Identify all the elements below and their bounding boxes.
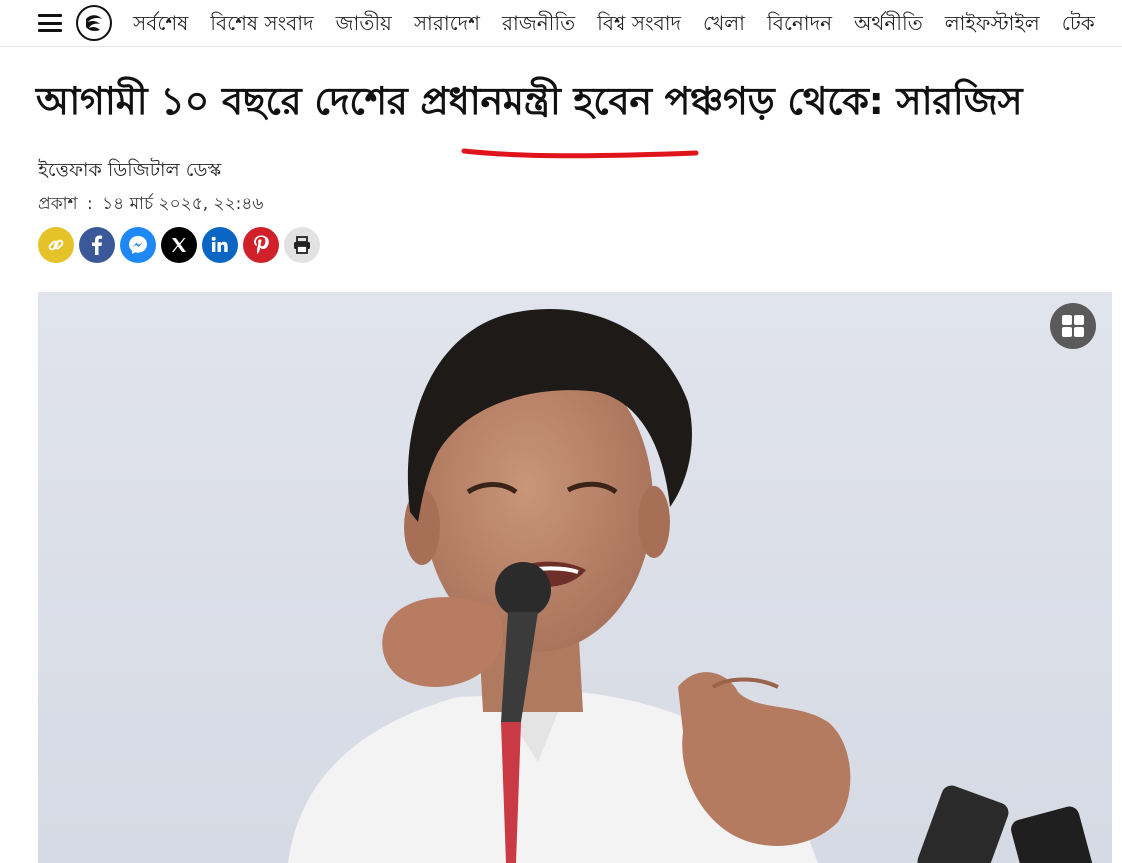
copy-link-icon bbox=[48, 239, 64, 251]
nav-item-politics[interactable]: রাজনীতি bbox=[491, 0, 586, 46]
nav-item-entertainment[interactable]: বিনোদন bbox=[756, 0, 843, 46]
x-icon bbox=[172, 238, 186, 252]
published-label: প্রকাশ bbox=[38, 194, 78, 214]
article-author: ইত্তেফাক ডিজিটাল ডেস্ক bbox=[38, 159, 222, 181]
nav-item-latest[interactable]: সর্বশেষ bbox=[122, 0, 199, 46]
pinterest-icon bbox=[254, 235, 269, 255]
nav-menu: সর্বশেষ বিশেষ সংবাদ জাতীয় সারাদেশ রাজনী… bbox=[122, 0, 1106, 46]
x-share-button[interactable] bbox=[161, 227, 197, 263]
nav-item-country[interactable]: সারাদেশ bbox=[403, 0, 491, 46]
facebook-icon bbox=[92, 235, 103, 255]
linkedin-icon bbox=[211, 236, 228, 252]
published-timestamp: ১৪ মার্চ ২০২৫, ২২:৪৬ bbox=[102, 194, 264, 214]
linkedin-share-button[interactable] bbox=[202, 227, 238, 263]
facebook-share-button[interactable] bbox=[79, 227, 115, 263]
site-logo-icon[interactable] bbox=[76, 5, 112, 41]
messenger-icon bbox=[129, 236, 147, 254]
messenger-share-button[interactable] bbox=[120, 227, 156, 263]
top-navigation: সর্বশেষ বিশেষ সংবাদ জাতীয় সারাদেশ রাজনী… bbox=[0, 0, 1122, 47]
nav-item-lifestyle[interactable]: লাইফস্টাইল bbox=[934, 0, 1051, 46]
copy-link-button[interactable] bbox=[38, 227, 74, 263]
print-button[interactable] bbox=[284, 227, 320, 263]
pinterest-share-button[interactable] bbox=[243, 227, 279, 263]
grid-icon bbox=[1062, 315, 1084, 337]
published-separator: : bbox=[86, 194, 93, 214]
published-date: প্রকাশ : ১৪ মার্চ ২০২৫, ২২:৪৬ bbox=[38, 191, 263, 219]
annotation-underline bbox=[461, 148, 699, 159]
article-hero-image[interactable] bbox=[38, 292, 1112, 863]
hero-photo bbox=[38, 292, 1112, 863]
gallery-grid-button[interactable] bbox=[1050, 303, 1096, 349]
nav-item-tech[interactable]: টেক bbox=[1051, 0, 1106, 46]
nav-item-national[interactable]: জাতীয় bbox=[325, 0, 403, 46]
nav-item-economy[interactable]: অর্থনীতি bbox=[843, 0, 934, 46]
nav-item-world-news[interactable]: বিশ্ব সংবাদ bbox=[586, 0, 692, 46]
share-buttons bbox=[38, 227, 320, 263]
article-headline: আগামী ১০ বছরে দেশের প্রধানমন্ত্রী হবেন প… bbox=[36, 79, 1023, 123]
nav-item-special-news[interactable]: বিশেষ সংবাদ bbox=[199, 0, 324, 46]
nav-item-sports[interactable]: খেলা bbox=[692, 0, 756, 46]
hamburger-menu-icon[interactable] bbox=[38, 14, 62, 32]
print-icon bbox=[294, 236, 310, 254]
